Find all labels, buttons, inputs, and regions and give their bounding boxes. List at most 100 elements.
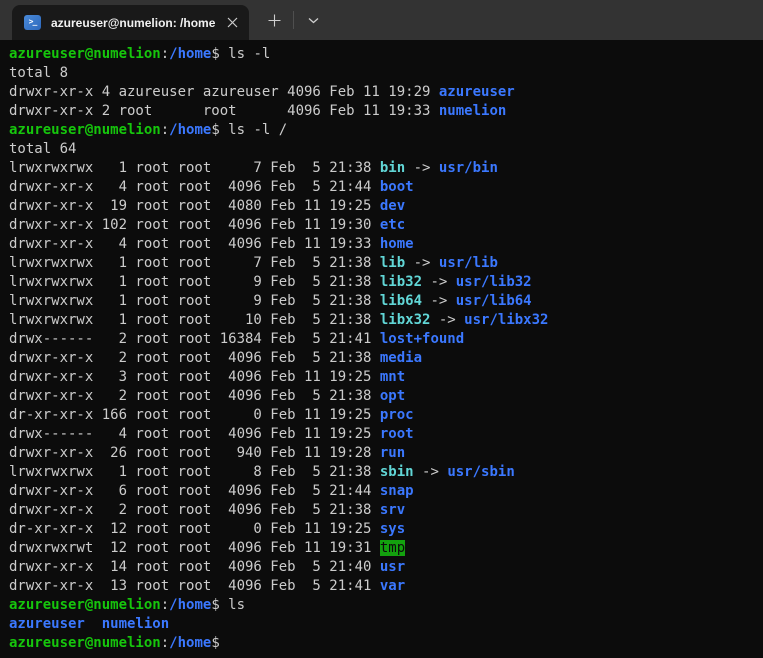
terminal-line: drwxr-xr-x 6 root root 4096 Feb 5 21:44 … — [9, 482, 763, 501]
terminal-line: drwxr-xr-x 4 root root 4096 Feb 5 21:44 … — [9, 178, 763, 197]
terminal-text-segment: usr/libx32 — [464, 312, 549, 328]
terminal-text-segment: $ — [211, 635, 220, 651]
terminal-line: dr-xr-xr-x 166 root root 0 Feb 11 19:25 … — [9, 406, 763, 425]
terminal-text-segment: drwxr-xr-x 2 root root 4096 Feb 5 21:38 — [9, 388, 380, 404]
terminal-text-segment: libx32 — [379, 312, 431, 328]
terminal-text-segment: sys — [379, 521, 406, 537]
close-icon[interactable] — [221, 12, 243, 34]
tab-active[interactable]: >_ azureuser@numelion: /home — [12, 5, 249, 40]
terminal-text-segment: -> — [405, 255, 439, 271]
terminal-text-segment: drwxr-xr-x 13 root root 4096 Feb 5 21:41 — [9, 578, 380, 594]
terminal-text-segment: drwxr-xr-x 2 root root 4096 Feb 5 21:38 — [9, 502, 380, 518]
terminal-line: total 64 — [9, 140, 763, 159]
terminal-text-segment: srv — [379, 502, 406, 518]
terminal-text-segment: drwx------ 2 root root 16384 Feb 5 21:41 — [9, 331, 380, 347]
terminal-text-segment: drwx------ 4 root root 4096 Feb 11 19:25 — [9, 426, 380, 442]
terminal-text-segment: drwxrwxrwt 12 root root 4096 Feb 11 19:3… — [9, 540, 380, 556]
terminal-text-segment: : — [160, 635, 170, 651]
terminal-text-segment: run — [379, 445, 406, 461]
terminal-text-segment: var — [379, 578, 406, 594]
terminal-text-segment: azureuser — [438, 84, 515, 100]
terminal-text-segment: /home — [169, 597, 212, 613]
terminal-line: total 8 — [9, 64, 763, 83]
terminal-line: drwxrwxrwt 12 root root 4096 Feb 11 19:3… — [9, 539, 763, 558]
terminal-text-segment: lrwxrwxrwx 1 root root 9 Feb 5 21:38 — [9, 274, 380, 290]
terminal-line: drwxr-xr-x 26 root root 940 Feb 11 19:28… — [9, 444, 763, 463]
terminal-text-segment: usr/bin — [438, 160, 498, 176]
terminal-text-segment: -> — [422, 274, 456, 290]
terminal-text-segment: /home — [169, 122, 212, 138]
terminal-text-segment: -> — [422, 293, 456, 309]
terminal-text-segment: azureuser@numelion — [9, 46, 161, 62]
terminal-text-segment: home — [379, 236, 414, 252]
terminal-line: lrwxrwxrwx 1 root root 9 Feb 5 21:38 lib… — [9, 292, 763, 311]
terminal-text-segment: media — [379, 350, 423, 366]
terminal-text-segment: drwxr-xr-x 6 root root 4096 Feb 5 21:44 — [9, 483, 380, 499]
terminal-window: >_ azureuser@numelion: /home azureuser@n… — [0, 0, 763, 658]
terminal-text-segment: drwxr-xr-x 14 root root 4096 Feb 5 21:40 — [9, 559, 380, 575]
terminal-text-segment: /home — [169, 635, 212, 651]
terminal-text-segment: : — [160, 597, 170, 613]
terminal-output[interactable]: azureuser@numelion:/home$ ls -l total 8 dr… — [0, 40, 763, 658]
terminal-line: drwxr-xr-x 2 root root 4096 Feb 5 21:38 … — [9, 349, 763, 368]
terminal-text-segment: usr/lib64 — [455, 293, 532, 309]
terminal-text-segment: drwxr-xr-x 19 root root 4080 Feb 11 19:2… — [9, 198, 380, 214]
terminal-text-segment: drwxr-xr-x 26 root root 940 Feb 11 19:28 — [9, 445, 380, 461]
terminal-text-segment: azureuser — [9, 616, 85, 632]
terminal-text-segment: lib64 — [379, 293, 423, 309]
tab-title: azureuser@numelion: /home — [51, 15, 216, 30]
terminal-text-segment: : — [160, 122, 170, 138]
tmp-highlighted-entry: tmp — [379, 540, 406, 556]
terminal-text-segment: $ ls -l / — [211, 122, 288, 138]
terminal-line: drwx------ 2 root root 16384 Feb 5 21:41… — [9, 330, 763, 349]
terminal-line: drwx------ 4 root root 4096 Feb 11 19:25… — [9, 425, 763, 444]
terminal-line: lrwxrwxrwx 1 root root 9 Feb 5 21:38 lib… — [9, 273, 763, 292]
terminal-line: drwxr-xr-x 102 root root 4096 Feb 11 19:… — [9, 216, 763, 235]
terminal-text-segment: usr/sbin — [447, 464, 515, 480]
terminal-text-segment: total 64 — [9, 141, 77, 157]
terminal-text-segment: lib32 — [379, 274, 423, 290]
terminal-text-segment: lrwxrwxrwx 1 root root 7 Feb 5 21:38 — [9, 255, 380, 271]
terminal-line: lrwxrwxrwx 1 root root 10 Feb 5 21:38 li… — [9, 311, 763, 330]
terminal-line: azureuser@numelion:/home$ ls -l — [9, 45, 763, 64]
terminal-text-segment: : — [160, 46, 170, 62]
terminal-text-segment: $ ls -l — [211, 46, 271, 62]
terminal-text-segment: numelion — [101, 616, 170, 632]
terminal-line: drwxr-xr-x 2 root root 4096 Feb 5 21:38 … — [9, 387, 763, 406]
terminal-line: lrwxrwxrwx 1 root root 7 Feb 5 21:38 lib… — [9, 254, 763, 273]
terminal-text-segment: dr-xr-xr-x 166 root root 0 Feb 11 19:25 — [9, 407, 380, 423]
terminal-text-segment: usr/lib — [438, 255, 498, 271]
terminal-text-segment: dev — [379, 198, 406, 214]
terminal-text-segment: drwxr-xr-x 102 root root 4096 Feb 11 19:… — [9, 217, 380, 233]
terminal-text-segment: drwxr-xr-x 4 azureuser azureuser 4096 Fe… — [9, 84, 439, 100]
terminal-text-segment: drwxr-xr-x 4 root root 4096 Feb 11 19:33 — [9, 236, 380, 252]
terminal-line: drwxr-xr-x 2 root root 4096 Feb 11 19:33… — [9, 102, 763, 121]
terminal-text-segment: boot — [379, 179, 414, 195]
tab-dropdown-button[interactable] — [294, 0, 332, 40]
tab-bar: >_ azureuser@numelion: /home — [0, 0, 763, 40]
terminal-text-segment: numelion — [438, 103, 507, 119]
terminal-text-segment: mnt — [379, 369, 406, 385]
terminal-line: dr-xr-xr-x 12 root root 0 Feb 11 19:25 s… — [9, 520, 763, 539]
terminal-text-segment: azureuser@numelion — [9, 122, 161, 138]
terminal-text-segment: etc — [379, 217, 406, 233]
terminal-text-segment: /home — [169, 46, 212, 62]
terminal-line: drwxr-xr-x 3 root root 4096 Feb 11 19:25… — [9, 368, 763, 387]
terminal-line: azureuser@numelion:/home$ ls -l / — [9, 121, 763, 140]
terminal-text-segment: lrwxrwxrwx 1 root root 10 Feb 5 21:38 — [9, 312, 380, 328]
new-tab-button[interactable] — [255, 0, 293, 40]
terminal-text-segment: lost+found — [379, 331, 465, 347]
terminal-text-segment: total 8 — [9, 65, 69, 81]
terminal-line: drwxr-xr-x 19 root root 4080 Feb 11 19:2… — [9, 197, 763, 216]
terminal-line: drwxr-xr-x 2 root root 4096 Feb 5 21:38 … — [9, 501, 763, 520]
terminal-text-segment: sbin — [379, 464, 414, 480]
terminal-text-segment: azureuser@numelion — [9, 597, 161, 613]
terminal-text-segment: $ ls — [211, 597, 246, 613]
terminal-text-segment: lrwxrwxrwx 1 root root 8 Feb 5 21:38 — [9, 464, 380, 480]
terminal-line: lrwxrwxrwx 1 root root 7 Feb 5 21:38 bin… — [9, 159, 763, 178]
terminal-text-segment: usr/lib32 — [455, 274, 532, 290]
powershell-icon: >_ — [24, 15, 41, 30]
terminal-text-segment: drwxr-xr-x 2 root root 4096 Feb 5 21:38 — [9, 350, 380, 366]
terminal-text-segment: azureuser@numelion — [9, 635, 161, 651]
